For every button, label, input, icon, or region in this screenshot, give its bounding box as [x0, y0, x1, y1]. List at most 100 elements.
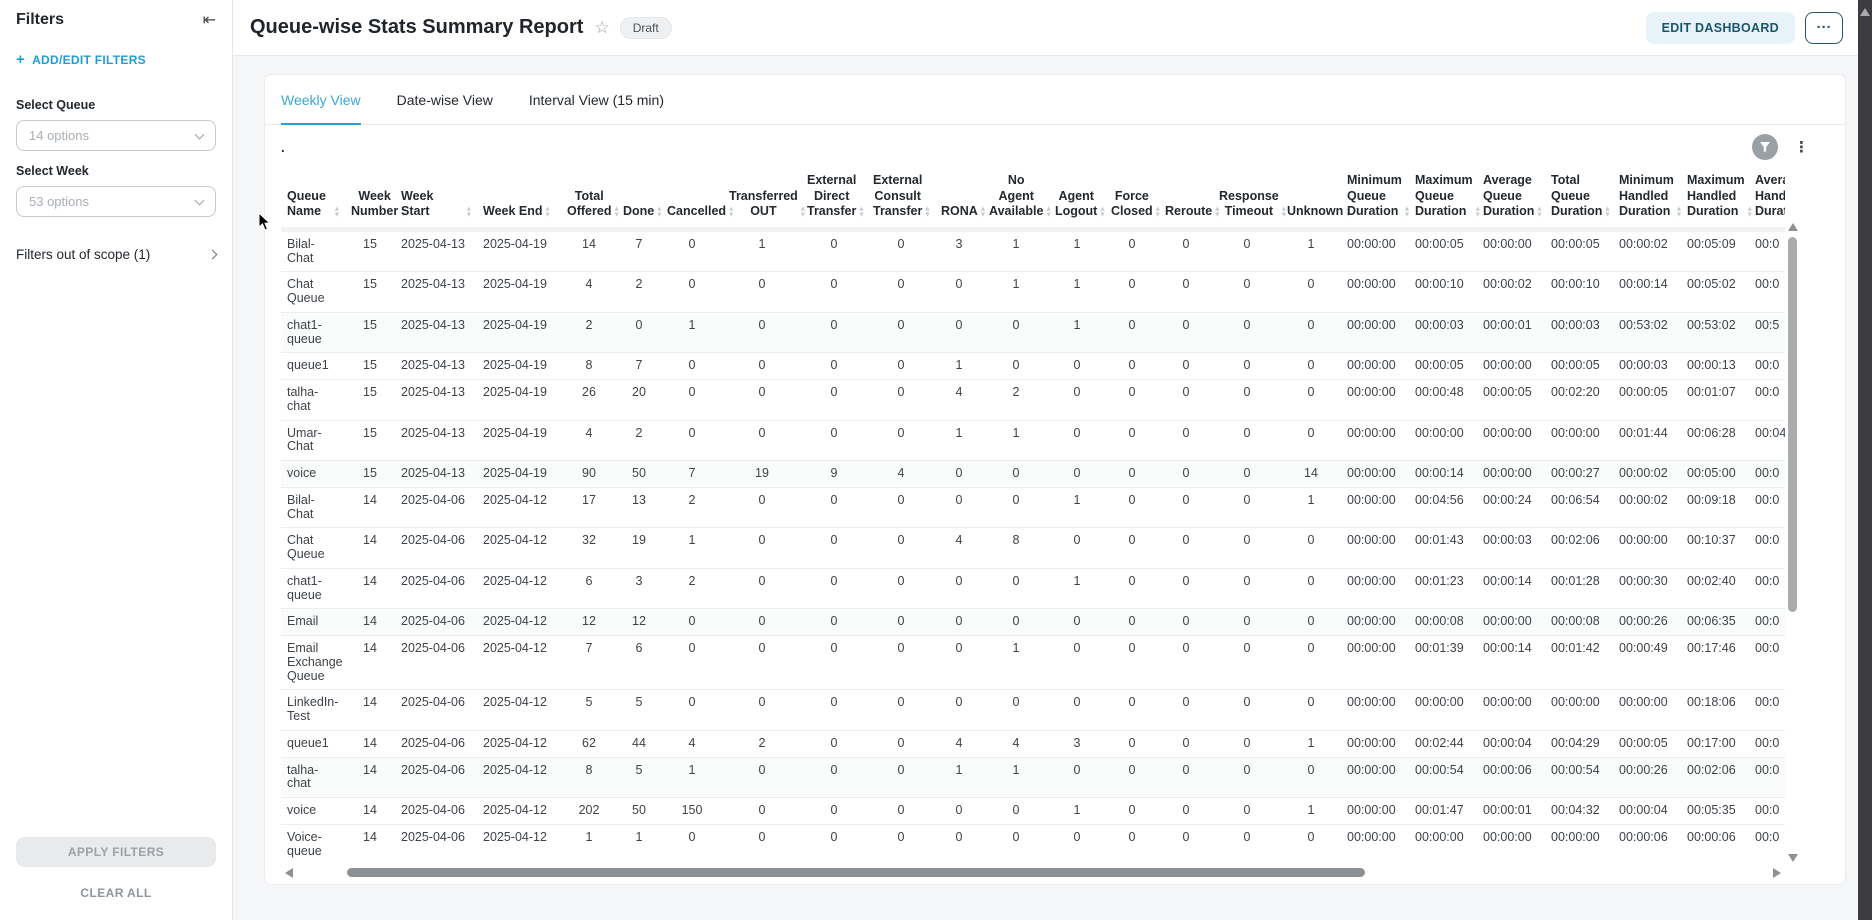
clear-all-button[interactable]: CLEAR ALL [16, 886, 216, 900]
star-icon[interactable]: ☆ [594, 18, 609, 38]
table-row[interactable]: voice152025-04-132025-04-199050719940000… [281, 461, 1785, 488]
column-header-external-direct-transfer[interactable]: External Direct Transfer [801, 169, 867, 229]
column-header-minimum-handled-duration[interactable]: Minimum Handled Duration [1613, 169, 1681, 229]
sort-icon[interactable] [614, 207, 618, 220]
table-row[interactable]: talha-chat142025-04-062025-04-1285100011… [281, 757, 1785, 798]
table-cell: 00:00:00 [1341, 312, 1409, 353]
table-vertical-scrollbar[interactable] [1786, 221, 1799, 864]
table-cell: 0 [1049, 528, 1105, 569]
page-scrollbar[interactable] [1858, 0, 1872, 920]
table-row[interactable]: chat1-queue152025-04-132025-04-192010000… [281, 312, 1785, 353]
column-header-label: External Direct Transfer [807, 173, 856, 220]
column-header-transferred-out[interactable]: Transferred OUT [723, 169, 801, 229]
sort-icon[interactable] [335, 207, 339, 220]
column-header-week-number[interactable]: Week Number [345, 169, 395, 229]
table-row[interactable]: chat1-queue142025-04-062025-04-126320000… [281, 568, 1785, 609]
column-header-average-queue-duration[interactable]: Average Queue Duration [1477, 169, 1545, 229]
sort-icon[interactable] [1605, 207, 1609, 220]
table-cell: 2 [661, 487, 723, 528]
scroll-right-arrow-icon[interactable] [1773, 868, 1781, 878]
table-cell: 0 [723, 272, 801, 313]
table-filter-icon[interactable] [1752, 134, 1778, 160]
sort-icon[interactable] [1156, 207, 1160, 220]
scroll-down-arrow-icon[interactable] [1788, 854, 1798, 862]
column-header-minimum-queue-duration[interactable]: Minimum Queue Duration [1341, 169, 1409, 229]
column-header-cancelled[interactable]: Cancelled [661, 169, 723, 229]
scroll-left-arrow-icon[interactable] [285, 868, 293, 878]
select-queue-dropdown[interactable]: 14 options [16, 120, 216, 151]
tab-interval-view-15-min-[interactable]: Interval View (15 min) [529, 75, 664, 124]
sort-icon[interactable] [925, 207, 929, 220]
column-header-force-closed[interactable]: Force Closed [1105, 169, 1159, 229]
column-header-no-agent-available[interactable]: No Agent Available [983, 169, 1049, 229]
column-header-reroute[interactable]: Reroute [1159, 169, 1213, 229]
scroll-up-arrow-icon[interactable] [1788, 223, 1798, 231]
table-clip: Queue NameWeek NumberWeek StartWeek EndT… [281, 169, 1785, 864]
column-header-response-timeout[interactable]: Response Timeout [1213, 169, 1281, 229]
table-row[interactable]: Voice-queue142025-04-062025-04-121100000… [281, 824, 1785, 864]
table-cell: 14 [345, 528, 395, 569]
sort-icon[interactable] [1046, 207, 1050, 220]
sort-icon[interactable] [801, 207, 805, 220]
table-row[interactable]: Bilal-Chat152025-04-132025-04-1914701003… [281, 229, 1785, 272]
column-header-unknown[interactable]: Unknown [1281, 169, 1341, 229]
sort-icon[interactable] [657, 207, 661, 220]
column-header-rona[interactable]: RONA [935, 169, 983, 229]
sort-icon[interactable] [1282, 207, 1286, 220]
table-row[interactable]: Email142025-04-062025-04-121212000000000… [281, 609, 1785, 636]
column-header-total-queue-duration[interactable]: Total Queue Duration [1545, 169, 1613, 229]
table-cell: 0 [723, 528, 801, 569]
table-cell: 1 [1281, 730, 1341, 757]
collapse-sidebar-icon[interactable]: ⇤ [203, 10, 216, 29]
page-scroll-up-icon[interactable] [1860, 8, 1870, 16]
sort-icon[interactable] [1100, 207, 1104, 220]
table-cell: 3 [617, 568, 661, 609]
column-header-queue-name[interactable]: Queue Name [281, 169, 345, 229]
edit-dashboard-button[interactable]: EDIT DASHBOARD [1646, 12, 1795, 44]
column-header-external-consult-transfer[interactable]: External Consult Transfer [867, 169, 935, 229]
add-edit-filters-button[interactable]: + ADD/EDIT FILTERS [16, 51, 216, 68]
column-header-maximum-queue-duration[interactable]: Maximum Queue Duration [1409, 169, 1477, 229]
filters-out-of-scope-row[interactable]: Filters out of scope (1) [16, 247, 216, 262]
column-header-maximum-handled-duration[interactable]: Maximum Handled Duration [1681, 169, 1749, 229]
table-cell: talha-chat [281, 757, 345, 798]
table-cell: 1 [723, 229, 801, 272]
table-cell: 1 [983, 757, 1049, 798]
table-cell: 1 [661, 528, 723, 569]
table-row[interactable]: queue1152025-04-132025-04-19870000100000… [281, 353, 1785, 380]
sort-icon[interactable] [1748, 207, 1752, 220]
table-cell: 00:0 [1749, 609, 1785, 636]
column-header-agent-logout[interactable]: Agent Logout [1049, 169, 1105, 229]
table-horizontal-scrollbar[interactable] [281, 866, 1785, 880]
more-options-button[interactable]: ··· [1805, 12, 1843, 44]
tab-weekly-view[interactable]: Weekly View [281, 75, 361, 124]
column-header-total-offered[interactable]: Total Offered [561, 169, 617, 229]
table-row[interactable]: queue1142025-04-062025-04-12624442004430… [281, 730, 1785, 757]
horizontal-scroll-thumb[interactable] [347, 868, 1365, 877]
table-row[interactable]: LinkedIn-Test142025-04-062025-04-1255000… [281, 690, 1785, 731]
table-row[interactable]: Email Exchange Queue142025-04-062025-04-… [281, 636, 1785, 690]
table-row[interactable]: Umar-Chat152025-04-132025-04-19420000110… [281, 420, 1785, 461]
sort-icon[interactable] [1537, 207, 1541, 220]
sort-icon[interactable] [467, 207, 471, 220]
sort-icon[interactable] [859, 207, 863, 220]
sort-icon[interactable] [1476, 207, 1480, 220]
column-header-week-start[interactable]: Week Start [395, 169, 477, 229]
sort-icon[interactable] [981, 207, 985, 220]
kebab-menu-icon[interactable]: ⋮ [1794, 138, 1809, 156]
select-week-dropdown[interactable]: 53 options [16, 186, 216, 217]
sort-icon[interactable] [1677, 207, 1681, 220]
apply-filters-button[interactable]: APPLY FILTERS [16, 837, 216, 867]
sort-icon[interactable] [1405, 207, 1409, 220]
table-row[interactable]: talha-chat152025-04-132025-04-1926200000… [281, 380, 1785, 421]
table-row[interactable]: Bilal-Chat142025-04-062025-04-1217132000… [281, 487, 1785, 528]
tab-date-wise-view[interactable]: Date-wise View [397, 75, 493, 124]
column-header-week-end[interactable]: Week End [477, 169, 561, 229]
column-header-average-handled-duration[interactable]: Average Handled Duration [1749, 169, 1785, 229]
table-row[interactable]: Chat Queue142025-04-062025-04-1232191000… [281, 528, 1785, 569]
vertical-scroll-thumb[interactable] [1788, 237, 1797, 612]
sort-icon[interactable] [546, 207, 550, 220]
table-row[interactable]: Chat Queue152025-04-132025-04-1942000001… [281, 272, 1785, 313]
column-header-done[interactable]: Done [617, 169, 661, 229]
table-row[interactable]: voice142025-04-062025-04-122025015000000… [281, 798, 1785, 825]
